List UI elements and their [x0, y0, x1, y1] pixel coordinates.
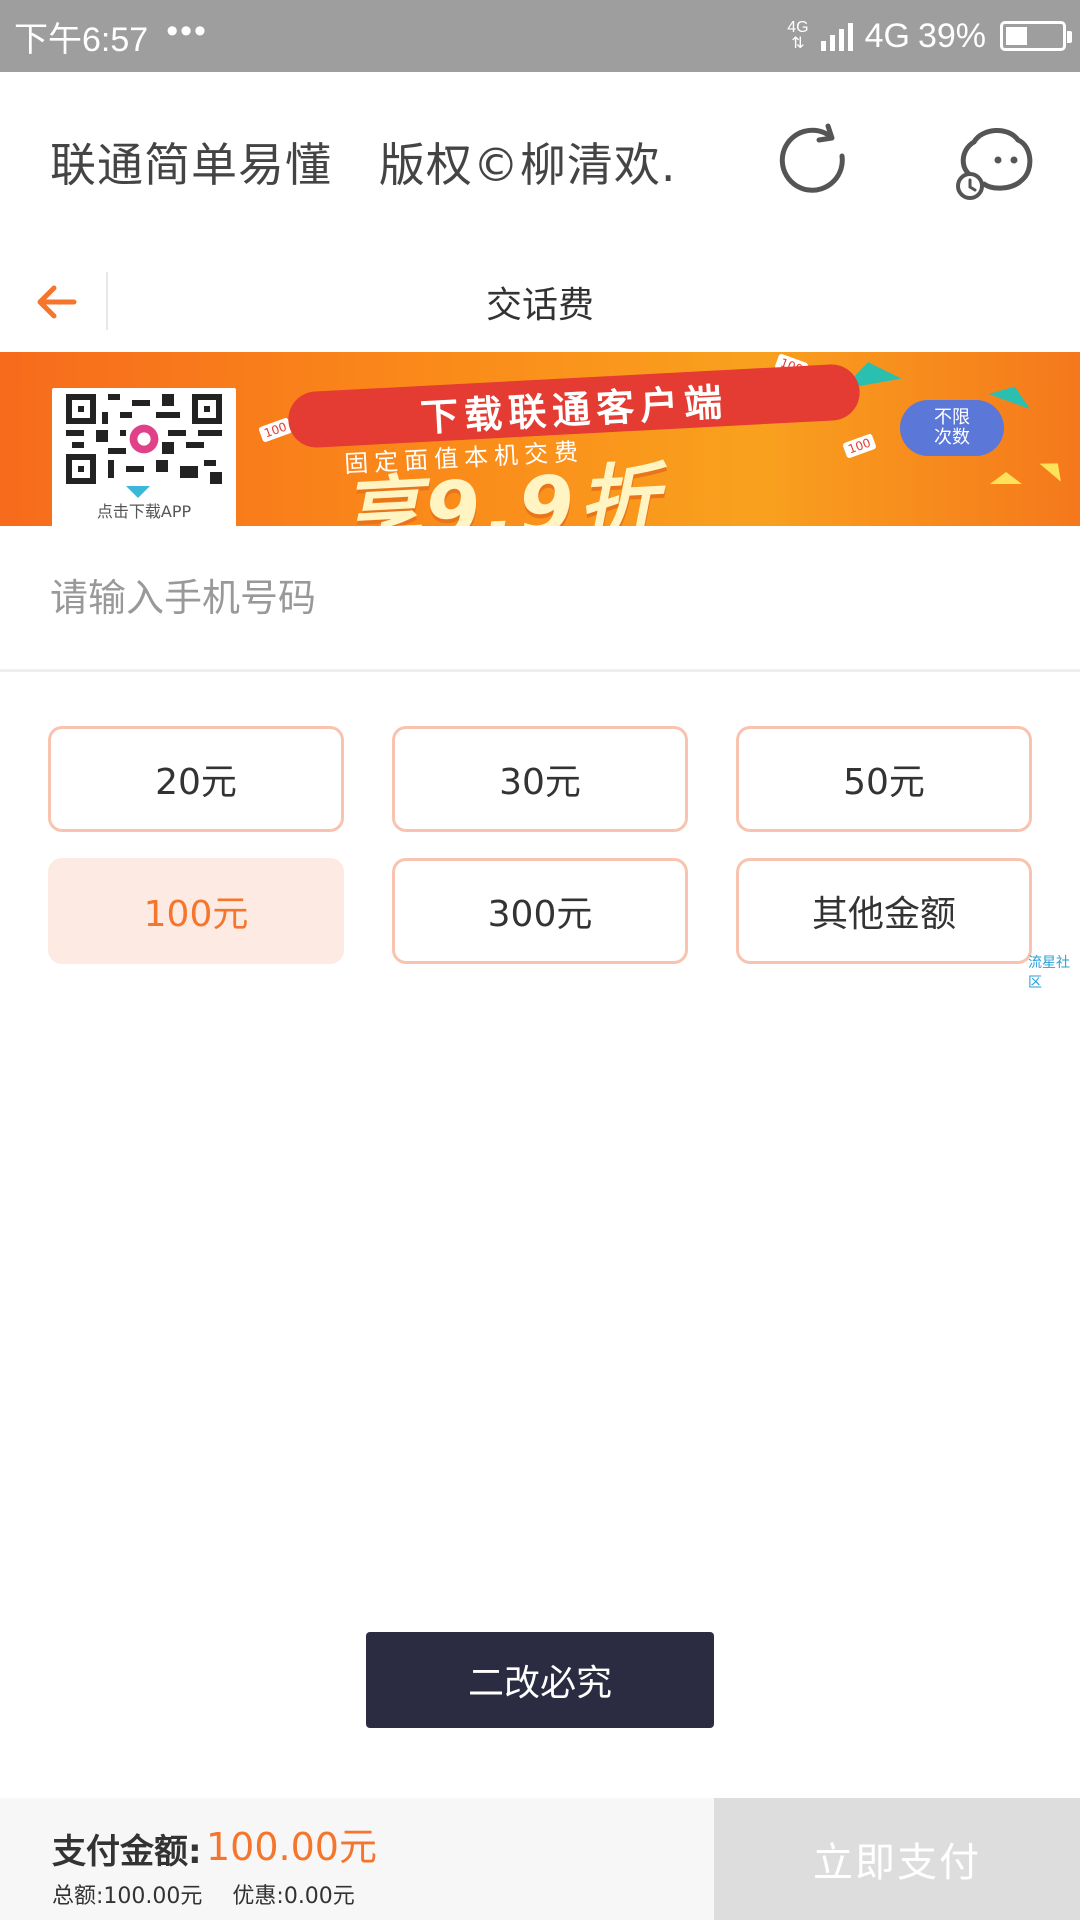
- network-type: 4G: [864, 16, 910, 55]
- qr-caption: 点击下载APP: [96, 502, 192, 521]
- payment-footer: 支付金额: 100.00元 总额:100.00元 优惠:0.00元 立即支付: [0, 1798, 1080, 1920]
- status-time: 下午6:57: [14, 20, 149, 59]
- promo-bubble: 不限 次数: [900, 400, 1004, 456]
- pay-details: 总额:100.00元 优惠:0.00元: [52, 1878, 355, 1910]
- app-header: 联通简单易懂 版权©柳清欢.: [0, 72, 1080, 252]
- refresh-icon[interactable]: [772, 120, 856, 204]
- signal-icon: [820, 21, 853, 51]
- battery-percent: 39%: [917, 16, 986, 55]
- promo-banner[interactable]: 点击下载APP 100 100 100 下载联通客户端 固定面值本机交费 享9.…: [0, 352, 1080, 526]
- status-bar: 下午6:57 ••• 4G ⇅ 4G 39%: [0, 0, 1080, 72]
- amount-option-50[interactable]: 50元: [736, 726, 1032, 832]
- phone-input-row: [0, 526, 1080, 672]
- tag-100-right: 100: [842, 433, 877, 459]
- discount-amount: 优惠:0.00元: [232, 1884, 355, 1909]
- qr-code[interactable]: 点击下载APP: [52, 388, 236, 526]
- amount-option-300[interactable]: 300元: [392, 858, 688, 964]
- pay-now-button[interactable]: 立即支付: [714, 1798, 1080, 1920]
- watermark-text: 流星社区: [1028, 955, 1070, 991]
- phone-number-input[interactable]: [50, 575, 950, 620]
- feedback-icon[interactable]: [952, 120, 1036, 204]
- back-arrow-icon[interactable]: [24, 270, 88, 334]
- pay-amount-value: 100.00元: [206, 1825, 377, 1869]
- battery-icon: [1000, 21, 1072, 51]
- amount-option-other[interactable]: 其他金额: [736, 858, 1032, 964]
- amount-option-100[interactable]: 100元: [48, 858, 344, 964]
- nav-divider: [106, 272, 108, 330]
- notice-button[interactable]: 二改必究: [366, 1632, 714, 1728]
- amount-option-20[interactable]: 20元: [48, 726, 344, 832]
- app-title: 联通简单易懂 版权©柳清欢.: [50, 138, 677, 192]
- promo-headline: 享9.9折: [338, 453, 665, 526]
- pay-amount-label: 支付金额:: [52, 1832, 202, 1872]
- amount-option-30[interactable]: 30元: [392, 726, 688, 832]
- page-title: 交话费: [485, 285, 594, 326]
- total-amount: 总额:100.00元: [52, 1884, 203, 1909]
- nav-bar: 交话费: [0, 252, 1080, 352]
- qr-pointer-icon: [126, 486, 150, 498]
- status-more-dots: •••: [166, 11, 208, 50]
- data-activity-icon: 4G ⇅: [787, 19, 809, 52]
